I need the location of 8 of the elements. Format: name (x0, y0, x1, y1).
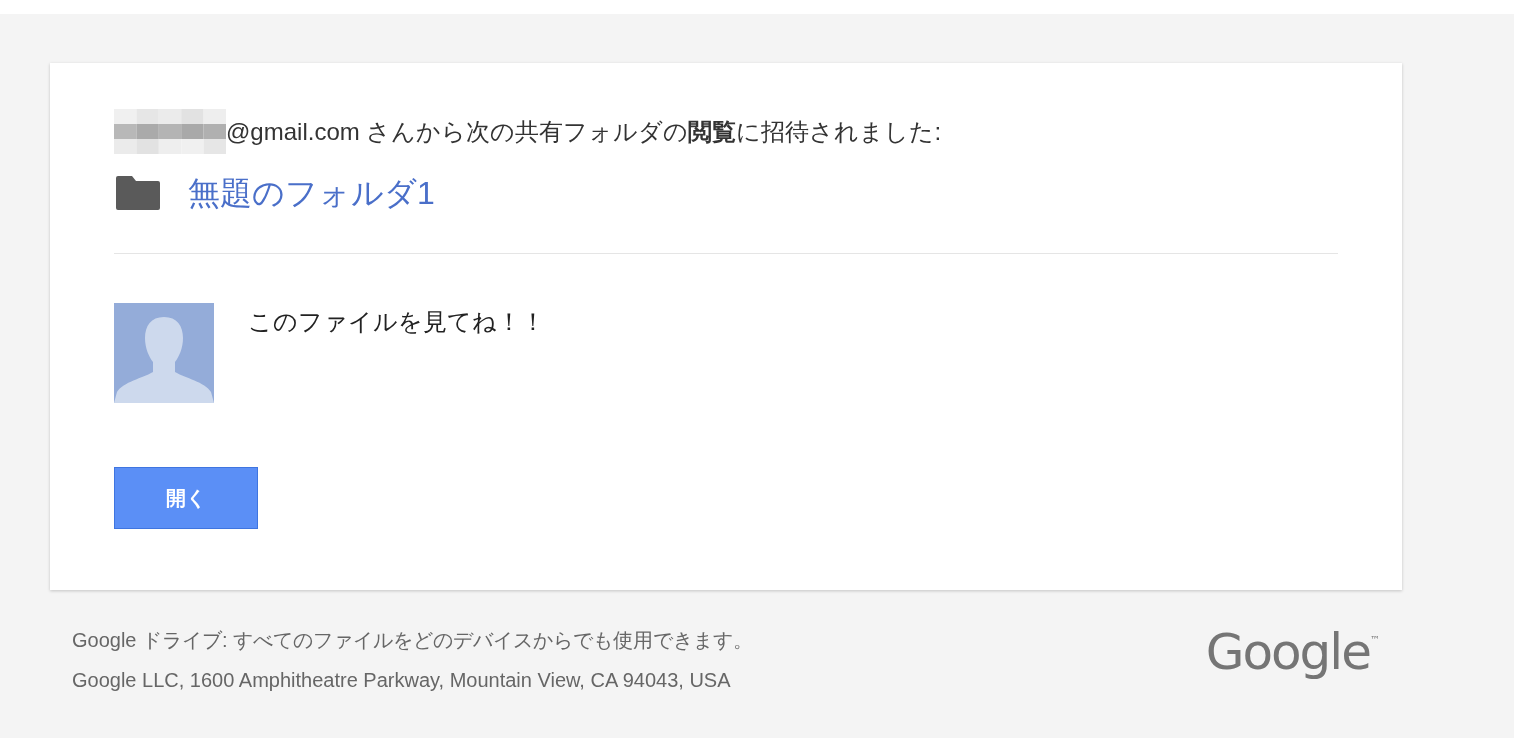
folder-icon (116, 176, 160, 210)
open-button[interactable]: 開く (114, 467, 258, 529)
invite-text: @gmail.com さんから次の共有フォルダの閲覧に招待されました: (226, 116, 942, 147)
message-text: このファイルを見てね！！ (248, 307, 545, 337)
footer-text: Google LLC, 1600 Amphitheatre Parkway, Mountain View, CA 94043, USA (72, 668, 732, 693)
folder-link[interactable]: 無題のフォルダ1 (188, 169, 435, 217)
google-logo: Google™ (1205, 622, 1378, 683)
footer-text: Google ドライブ: すべてのファイルをどのデバイスからでも使用できます。 (72, 628, 754, 653)
